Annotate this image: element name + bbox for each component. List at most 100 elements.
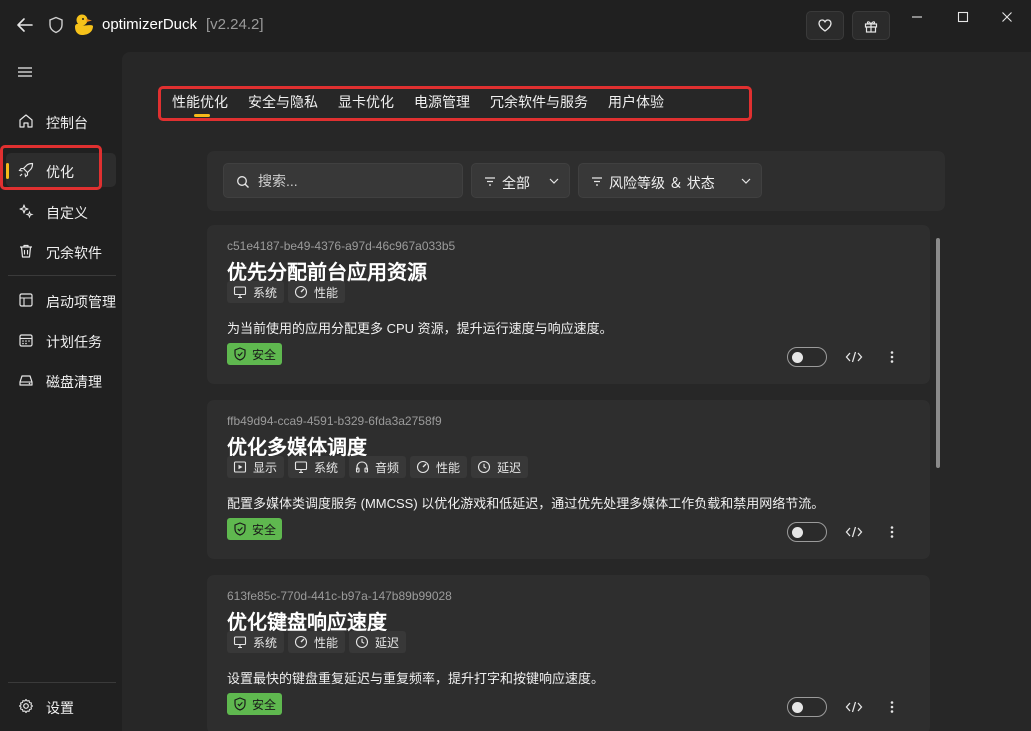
tag-label: 延迟 <box>375 635 400 650</box>
minimize-button[interactable] <box>902 6 932 28</box>
tab-security-privacy[interactable]: 安全与隐私 <box>248 92 318 116</box>
tag-performance: 性能 <box>288 631 346 653</box>
sidebar: 控制台 优化 自定义 冗余软件 启动项管理 计划任务 磁盘清理 设置 <box>0 52 122 731</box>
tag-label: 系统 <box>253 635 278 650</box>
donate-heart-button[interactable] <box>806 11 844 40</box>
shield-icon <box>49 16 63 34</box>
clock-icon <box>355 635 369 649</box>
maximize-button[interactable] <box>948 6 978 28</box>
safety-badge: 安全 <box>227 518 283 540</box>
headphones-icon <box>355 461 369 473</box>
sidebar-divider <box>8 682 116 683</box>
filter-bar: 全部 风险等级 ＆ 状态 <box>207 151 945 211</box>
tab-label: 电源管理 <box>414 94 470 110</box>
enable-toggle[interactable] <box>787 522 827 542</box>
tag-display: 显示 <box>227 456 285 478</box>
duck-logo-icon <box>75 14 93 35</box>
sidebar-item-label: 优化 <box>46 164 74 180</box>
sidebar-item-scheduled-tasks[interactable]: 计划任务 <box>6 323 116 357</box>
tag-label: 延迟 <box>497 460 522 475</box>
search-icon <box>237 176 249 188</box>
tab-power[interactable]: 电源管理 <box>414 92 470 116</box>
safety-badge-label: 安全 <box>252 347 277 362</box>
tab-label: 安全与隐私 <box>248 94 318 110</box>
category-filter-label: 全部 <box>502 175 530 191</box>
sidebar-item-label: 设置 <box>46 700 74 716</box>
tag-performance: 性能 <box>410 456 468 478</box>
optimization-card: 613fe85c-770d-441c-b97a-147b89b99028 优化键… <box>207 575 930 731</box>
gear-icon <box>18 698 34 714</box>
sidebar-divider <box>8 275 116 276</box>
card-tags: 系统 性能 <box>227 281 349 303</box>
sidebar-item-label: 计划任务 <box>46 334 102 350</box>
tag-latency: 延迟 <box>349 631 407 653</box>
active-indicator <box>6 163 9 179</box>
search-input[interactable] <box>258 171 453 191</box>
toggle-knob <box>792 702 803 713</box>
sidebar-item-settings[interactable]: 设置 <box>6 689 116 723</box>
hamburger-menu-icon[interactable] <box>16 64 34 80</box>
optimization-card: ffb49d94-cca9-4591-b329-6fda3a2758f9 优化多… <box>207 400 930 559</box>
more-options-icon[interactable] <box>887 699 897 715</box>
tab-label: 性能优化 <box>172 94 228 110</box>
clock-icon <box>478 460 491 474</box>
gauge-icon <box>294 285 308 299</box>
optimization-card: c51e4187-be49-4376-a97d-46c967a033b5 优先分… <box>207 225 930 384</box>
safety-badge-label: 安全 <box>252 522 277 537</box>
chevron-down-icon <box>741 178 751 184</box>
code-icon[interactable] <box>845 349 863 365</box>
sidebar-item-custom[interactable]: 自定义 <box>6 194 116 228</box>
category-tabs: 性能优化 安全与隐私 显卡优化 电源管理 冗余软件与服务 用户体验 <box>172 92 684 117</box>
rocket-icon <box>18 162 34 178</box>
sidebar-item-label: 磁盘清理 <box>46 374 102 390</box>
code-icon[interactable] <box>845 524 863 540</box>
filter-icon <box>592 177 602 186</box>
heart-icon <box>818 19 832 32</box>
card-id: c51e4187-be49-4376-a97d-46c967a033b5 <box>227 239 456 253</box>
back-arrow-icon[interactable] <box>14 14 36 36</box>
sidebar-item-dashboard[interactable]: 控制台 <box>6 104 116 138</box>
sidebar-item-bloatware[interactable]: 冗余软件 <box>6 234 116 268</box>
sidebar-item-disk-cleanup[interactable]: 磁盘清理 <box>6 363 116 397</box>
risk-status-filter-label: 风险等级 ＆ 状态 <box>609 175 715 191</box>
app-title: optimizerDuck <box>102 16 198 33</box>
active-tab-indicator <box>194 114 210 117</box>
sparkle-icon <box>19 204 34 219</box>
tag-performance: 性能 <box>288 281 346 303</box>
tag-audio: 音频 <box>349 456 407 478</box>
more-options-icon[interactable] <box>887 349 897 365</box>
maximize-icon <box>957 11 969 23</box>
sidebar-item-label: 控制台 <box>46 115 88 131</box>
calendar-icon <box>19 334 33 347</box>
tab-label: 用户体验 <box>608 94 664 110</box>
tab-bloatware-services[interactable]: 冗余软件与服务 <box>490 92 588 116</box>
tab-performance[interactable]: 性能优化 <box>172 92 228 117</box>
trash-icon <box>20 244 32 258</box>
card-tags: 显示 系统 音频 性能 延迟 <box>227 456 532 478</box>
enable-toggle[interactable] <box>787 347 827 367</box>
gift-button[interactable] <box>852 11 890 40</box>
enable-toggle[interactable] <box>787 697 827 717</box>
toggle-knob <box>792 527 803 538</box>
card-description: 配置多媒体类调度服务 (MMCSS) 以优化游戏和低延迟，通过优先处理多媒体工作… <box>227 496 825 511</box>
code-icon[interactable] <box>845 699 863 715</box>
more-options-icon[interactable] <box>887 524 897 540</box>
risk-status-filter-dropdown[interactable]: 风险等级 ＆ 状态 <box>578 163 762 198</box>
tab-gpu[interactable]: 显卡优化 <box>338 92 394 116</box>
tag-system: 系统 <box>288 456 346 478</box>
shield-check-icon <box>234 347 246 361</box>
monitor-icon <box>233 636 247 649</box>
vertical-scrollbar[interactable] <box>936 238 940 468</box>
category-filter-dropdown[interactable]: 全部 <box>471 163 570 198</box>
tag-label: 系统 <box>253 285 278 300</box>
monitor-icon <box>233 286 247 299</box>
sidebar-item-startup[interactable]: 启动项管理 <box>6 283 116 317</box>
tag-label: 系统 <box>314 460 339 475</box>
sidebar-item-optimize[interactable]: 优化 <box>6 153 116 187</box>
tab-user-experience[interactable]: 用户体验 <box>608 92 664 116</box>
close-button[interactable] <box>992 6 1022 28</box>
tag-label: 音频 <box>375 460 400 475</box>
gift-icon <box>864 20 878 33</box>
play-icon <box>233 461 247 473</box>
filter-icon <box>485 177 495 186</box>
